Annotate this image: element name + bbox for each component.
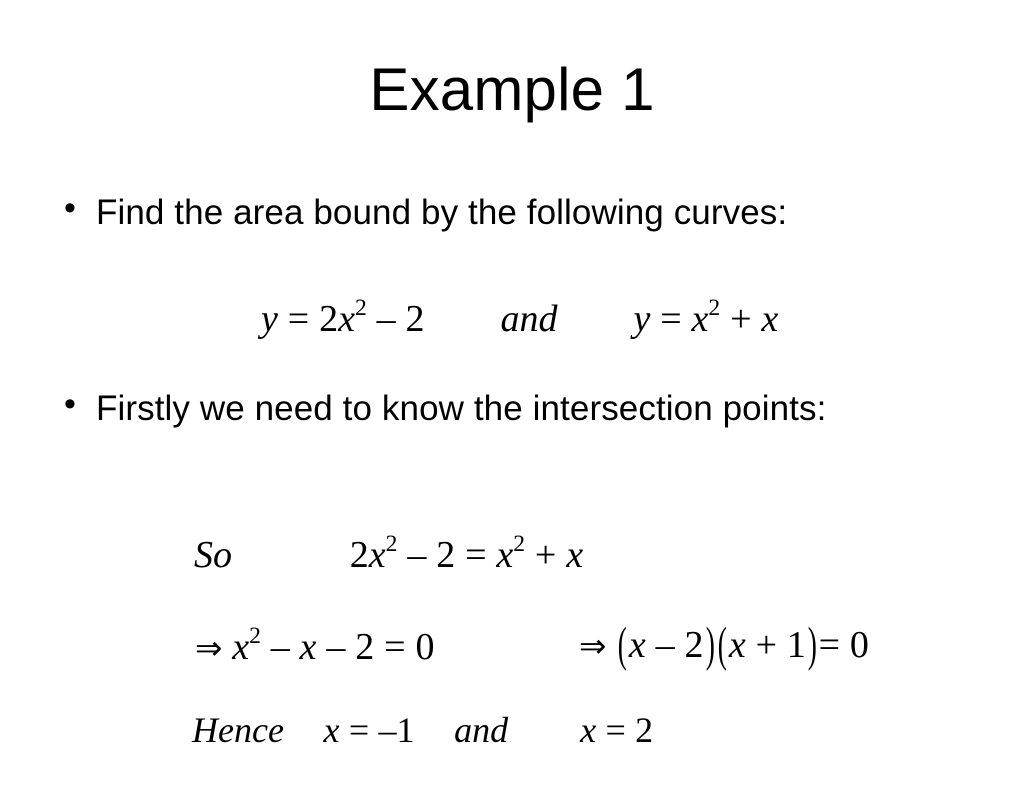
eq-expand-equals: =: [384, 626, 406, 668]
eq-curves-rhs-equals: =: [660, 298, 682, 340]
eq-hence-value-2: 2: [635, 710, 654, 750]
eq-factor-const-2: 1: [786, 624, 806, 666]
eq-curves-lhs-const: 2: [405, 298, 425, 340]
eq-so-left-const: 2: [436, 534, 456, 576]
eq-so-left-var: x: [368, 534, 386, 576]
eq-expand-var: x: [232, 626, 250, 668]
bullet-text-2: Firstly we need to know the intersection…: [96, 389, 827, 428]
eq-hence-conjunction: and: [454, 710, 509, 750]
eq-factor-close-paren-2: ): [807, 618, 817, 672]
eq-factor-minus: –: [655, 624, 675, 666]
bullet-item-2: • Firstly we need to know the intersecti…: [64, 382, 874, 436]
eq-curves-lhs-y: y: [261, 298, 278, 340]
eq-curves-lhs-exponent: 2: [354, 294, 367, 321]
bullet-text-1: Find the area bound by the following cur…: [96, 193, 788, 232]
eq-expand-const: 2: [355, 626, 375, 668]
eq-so-label: So: [194, 534, 232, 576]
implies-arrow-icon: ⇒: [579, 627, 607, 665]
eq-curves-lhs-coeff: 2: [319, 298, 339, 340]
eq-hence-equals-2: =: [605, 710, 626, 750]
eq-curves-conjunction: and: [500, 298, 558, 340]
eq-factor-var-2: x: [728, 624, 746, 666]
eq-curves-lhs-minus: –: [376, 298, 396, 340]
eq-factor-close-paren-1: ): [705, 618, 715, 672]
eq-expand-term: x: [299, 626, 317, 668]
eq-hence-var-2: x: [580, 710, 597, 750]
eq-hence-var-1: x: [323, 710, 340, 750]
eq-factor-equals: =: [818, 624, 841, 666]
eq-so-right-var: x: [496, 534, 514, 576]
eq-curves-rhs-term: x: [761, 298, 779, 340]
eq-so-plus: +: [534, 534, 557, 576]
eq-curves-rhs-y: y: [633, 298, 651, 340]
eq-so-right-term: x: [566, 534, 584, 576]
eq-factor-result: 0: [849, 624, 869, 666]
equation-curves: y = 2x2–2 and y = x2 + x: [204, 262, 778, 376]
eq-so-minus: –: [407, 534, 427, 576]
eq-expand-exponent: 2: [249, 622, 261, 649]
slide-canvas: Example 1 • Find the area bound by the f…: [0, 0, 1024, 768]
eq-so-right-exponent: 2: [513, 530, 526, 557]
eq-hence-label: Hence: [192, 710, 284, 750]
implies-arrow-icon: ⇒: [195, 629, 223, 667]
eq-so-left-coeff: 2: [349, 534, 369, 576]
eq-curves-rhs-exponent: 2: [708, 294, 721, 321]
eq-factor-open-paren-1: (: [618, 618, 628, 672]
eq-expand-minus-1: –: [270, 626, 290, 668]
eq-curves-equals: =: [287, 298, 310, 340]
eq-hence-value-1: –1: [378, 710, 415, 750]
eq-factor-plus: +: [755, 624, 778, 666]
eq-hence-equals-1: =: [348, 710, 370, 750]
eq-so-equals: =: [465, 534, 487, 576]
eq-factor-var-1: x: [628, 624, 646, 666]
eq-factor-open-paren-2: (: [717, 618, 728, 672]
bullet-marker-icon: •: [64, 189, 76, 227]
bullet-item-1: • Find the area bound by the following c…: [64, 186, 964, 240]
bullet-marker-icon: •: [64, 385, 76, 423]
eq-factor-const-1: 2: [684, 624, 704, 666]
eq-curves-lhs-var: x: [338, 298, 355, 340]
eq-curves-rhs-plus: +: [730, 298, 752, 340]
eq-curves-rhs-var: x: [691, 298, 709, 340]
eq-so-left-exponent: 2: [385, 530, 398, 557]
eq-expand-minus-2: –: [326, 626, 346, 668]
slide-body: • Find the area bound by the following c…: [0, 0, 1024, 768]
eq-expand-result: 0: [415, 626, 435, 668]
